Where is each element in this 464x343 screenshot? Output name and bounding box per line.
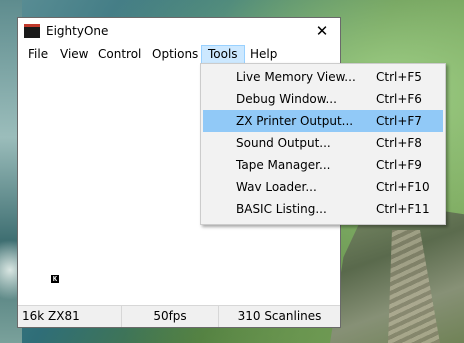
menu-item-label: Tape Manager... bbox=[236, 158, 331, 172]
menu-item-label: Live Memory View... bbox=[236, 70, 356, 84]
menu-item-label: Wav Loader... bbox=[236, 180, 317, 194]
eightyone-app-icon[interactable] bbox=[24, 24, 40, 38]
k-cursor: K bbox=[51, 275, 59, 283]
menu-item-shortcut: Ctrl+F9 bbox=[376, 158, 422, 172]
tools-dropdown-menu: Live Memory View... Ctrl+F5 Debug Window… bbox=[200, 63, 446, 225]
menu-item-basic-listing[interactable]: BASIC Listing... Ctrl+F11 bbox=[203, 198, 443, 220]
status-scanlines: 310 Scanlines bbox=[237, 309, 322, 323]
menu-item-shortcut: Ctrl+F6 bbox=[376, 92, 422, 106]
status-fps: 50fps bbox=[122, 306, 219, 327]
menu-item-label: BASIC Listing... bbox=[236, 202, 327, 216]
menu-item-shortcut: Ctrl+F7 bbox=[376, 114, 422, 128]
menu-control[interactable]: Control bbox=[92, 45, 147, 64]
status-bar: 16k ZX81 50fps 310 Scanlines bbox=[18, 305, 340, 327]
menu-item-shortcut: Ctrl+F5 bbox=[376, 70, 422, 84]
menu-item-live-memory-view[interactable]: Live Memory View... Ctrl+F5 bbox=[203, 66, 443, 88]
menu-item-shortcut: Ctrl+F8 bbox=[376, 136, 422, 150]
close-button[interactable]: ✕ bbox=[304, 18, 340, 45]
menu-item-zx-printer-output[interactable]: ZX Printer Output... Ctrl+F7 bbox=[203, 110, 443, 132]
menu-item-shortcut: Ctrl+F10 bbox=[376, 180, 430, 194]
menu-bar: File View Control Options Tools Help bbox=[18, 45, 340, 64]
menu-item-label: Debug Window... bbox=[236, 92, 337, 106]
menu-item-tape-manager[interactable]: Tape Manager... Ctrl+F9 bbox=[203, 154, 443, 176]
menu-options[interactable]: Options bbox=[146, 45, 204, 64]
menu-tools[interactable]: Tools bbox=[201, 45, 245, 64]
menu-file[interactable]: File bbox=[22, 45, 54, 64]
menu-item-label: Sound Output... bbox=[236, 136, 331, 150]
menu-item-debug-window[interactable]: Debug Window... Ctrl+F6 bbox=[203, 88, 443, 110]
menu-help[interactable]: Help bbox=[244, 45, 283, 64]
close-icon: ✕ bbox=[315, 22, 329, 40]
window-title: EightyOne bbox=[46, 24, 109, 38]
menu-item-sound-output[interactable]: Sound Output... Ctrl+F8 bbox=[203, 132, 443, 154]
menu-item-label: ZX Printer Output... bbox=[236, 114, 354, 128]
title-bar[interactable]: EightyOne ✕ bbox=[18, 18, 340, 45]
menu-item-shortcut: Ctrl+F11 bbox=[376, 202, 430, 216]
menu-item-wav-loader[interactable]: Wav Loader... Ctrl+F10 bbox=[203, 176, 443, 198]
menu-view[interactable]: View bbox=[54, 45, 94, 64]
status-machine: 16k ZX81 bbox=[18, 306, 122, 327]
